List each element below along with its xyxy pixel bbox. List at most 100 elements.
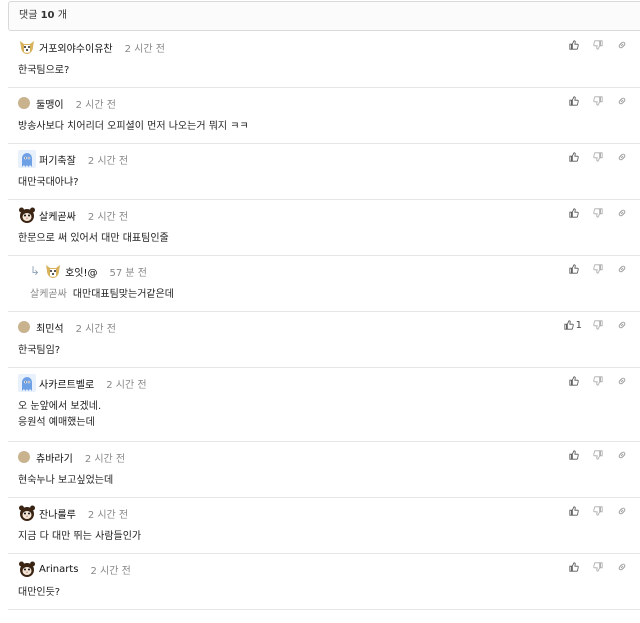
avatar[interactable]	[18, 504, 36, 522]
comment-meta: 퍼기축잘 2 시간 전	[18, 150, 128, 168]
like-button[interactable]	[566, 447, 582, 463]
link-icon	[617, 506, 627, 516]
comment-text-line: 한문으로 써 있어서 대만 대표팀인줄	[18, 233, 169, 244]
like-button[interactable]	[566, 149, 582, 165]
share-link-button[interactable]	[614, 149, 630, 165]
author-name[interactable]: 최민석	[36, 320, 64, 335]
share-link-button[interactable]	[614, 559, 630, 575]
comment-time: 2 시간 전	[87, 509, 129, 521]
comment-actions	[566, 447, 630, 463]
thumbs-up-icon	[569, 506, 579, 516]
thumbs-up-icon	[564, 320, 574, 330]
comment-text-line: 오 눈앞에서 보겠네.	[18, 401, 102, 412]
thumbs-up-icon	[569, 208, 579, 218]
share-link-button[interactable]	[614, 37, 630, 53]
share-link-button[interactable]	[614, 205, 630, 221]
comment-actions	[566, 149, 630, 165]
avatar[interactable]	[18, 321, 30, 333]
comment-text-line: 지금 다 대만 뛰는 사람들인가	[18, 531, 142, 542]
share-link-button[interactable]	[614, 447, 630, 463]
dislike-button[interactable]	[590, 373, 606, 389]
thumbs-down-icon	[593, 450, 603, 460]
dislike-button[interactable]	[590, 503, 606, 519]
comment-text: 살케곧싸 대만대표팀맞는거같은데	[30, 287, 174, 303]
comment-text-line: 현숙누나 보고싶었는데	[18, 475, 114, 486]
author-name[interactable]: 퍼기축잘	[39, 152, 76, 167]
avatar[interactable]	[18, 97, 30, 109]
comment-text-line: 한국팀으로?	[18, 65, 70, 76]
link-icon	[617, 450, 627, 460]
share-link-button[interactable]	[614, 93, 630, 109]
like-button[interactable]	[566, 261, 582, 277]
avatar[interactable]	[18, 374, 36, 392]
comment-text-line: 한국팀임?	[18, 345, 61, 356]
dislike-button[interactable]	[590, 317, 606, 333]
mention-name[interactable]: 살케곧싸	[30, 289, 67, 300]
comment-text: 지금 다 대만 뛰는 사람들인가	[18, 529, 141, 545]
author-name[interactable]: Arinarts	[39, 564, 78, 575]
author-name[interactable]: 살케곧싸	[39, 208, 76, 223]
dislike-button[interactable]	[590, 559, 606, 575]
avatar[interactable]	[18, 38, 36, 56]
author-name[interactable]: 거포외야수이유찬	[39, 40, 113, 55]
like-button[interactable]	[566, 559, 582, 575]
comment-text-line: 대만대표팀맞는거같은데	[72, 289, 175, 300]
link-icon	[617, 208, 627, 218]
comment-text: 한문으로 써 있어서 대만 대표팀인줄	[18, 231, 169, 247]
author-name[interactable]: 츄바라기	[36, 450, 73, 465]
thumbs-down-icon	[593, 264, 603, 274]
like-button[interactable]	[566, 503, 582, 519]
comment-text: 방송사보다 치어리더 오피셜이 먼저 나오는거 뭐지 ㅋㅋ	[18, 119, 249, 135]
share-link-button[interactable]	[614, 503, 630, 519]
thumbs-up-icon	[569, 264, 579, 274]
comment-meta: ↳ 호잇!@ 57 분 전	[30, 262, 147, 280]
comment-time: 2 시간 전	[87, 155, 129, 167]
avatar[interactable]	[18, 560, 36, 578]
thumbs-down-icon	[593, 96, 603, 106]
comment-item: Arinarts 2 시간 전 대만인듯?	[8, 554, 640, 610]
avatar[interactable]	[18, 150, 36, 168]
dislike-button[interactable]	[590, 447, 606, 463]
author-name[interactable]: 둘맹이	[36, 96, 64, 111]
thumbs-up-icon	[569, 376, 579, 386]
comment-meta: 츄바라기 2 시간 전	[18, 448, 125, 466]
comment-time: 2 시간 전	[84, 453, 126, 465]
avatar[interactable]	[18, 451, 30, 463]
comment-actions	[566, 37, 630, 53]
like-button[interactable]	[566, 373, 582, 389]
like-button[interactable]: 1	[564, 317, 582, 333]
share-link-button[interactable]	[614, 373, 630, 389]
share-link-button[interactable]	[614, 261, 630, 277]
comment-actions	[566, 93, 630, 109]
author-name[interactable]: 호잇!@	[65, 264, 97, 279]
comment-item: 츄바라기 2 시간 전현숙누나 보고싶었는데	[8, 442, 640, 498]
author-name[interactable]: 잔나룰루	[39, 506, 76, 521]
dislike-button[interactable]	[590, 37, 606, 53]
like-button[interactable]	[566, 205, 582, 221]
thumbs-down-icon	[593, 320, 603, 330]
like-button[interactable]	[566, 93, 582, 109]
share-link-button[interactable]	[614, 317, 630, 333]
comment-item: 둘맹이 2 시간 전 방송사보다 치어리더 오피셜이 먼저 나오는거 뭐지 ㅋㅋ	[8, 88, 640, 144]
dislike-button[interactable]	[590, 205, 606, 221]
avatar[interactable]	[18, 206, 36, 224]
comment-text: 대만인듯?	[18, 585, 60, 601]
author-name[interactable]: 사카르트벨로	[39, 376, 94, 391]
comment-item: 살케곧싸 2 시간 전 한문으로 써 있어서 대만 대표팀인줄	[8, 200, 640, 256]
comment-item: 퍼기축잘 2 시간 전 대만국대아냐?	[8, 144, 640, 200]
avatar[interactable]	[44, 262, 62, 280]
thumbs-up-icon	[569, 152, 579, 162]
comment-time: 2 시간 전	[124, 43, 165, 55]
comment-count-header: 댓글 10 개	[8, 1, 640, 31]
comment-meta: 사카르트벨로 2 시간 전	[18, 374, 147, 392]
like-count: 1	[575, 319, 582, 331]
thumbs-down-icon	[593, 376, 603, 386]
dislike-button[interactable]	[590, 149, 606, 165]
comment-time: 57 분 전	[109, 267, 147, 279]
comment-meta: 최민석 2 시간 전	[18, 318, 116, 336]
dislike-button[interactable]	[590, 261, 606, 277]
thumbs-down-icon	[593, 506, 603, 516]
like-button[interactable]	[566, 37, 582, 53]
dislike-button[interactable]	[590, 93, 606, 109]
link-icon	[617, 40, 627, 50]
